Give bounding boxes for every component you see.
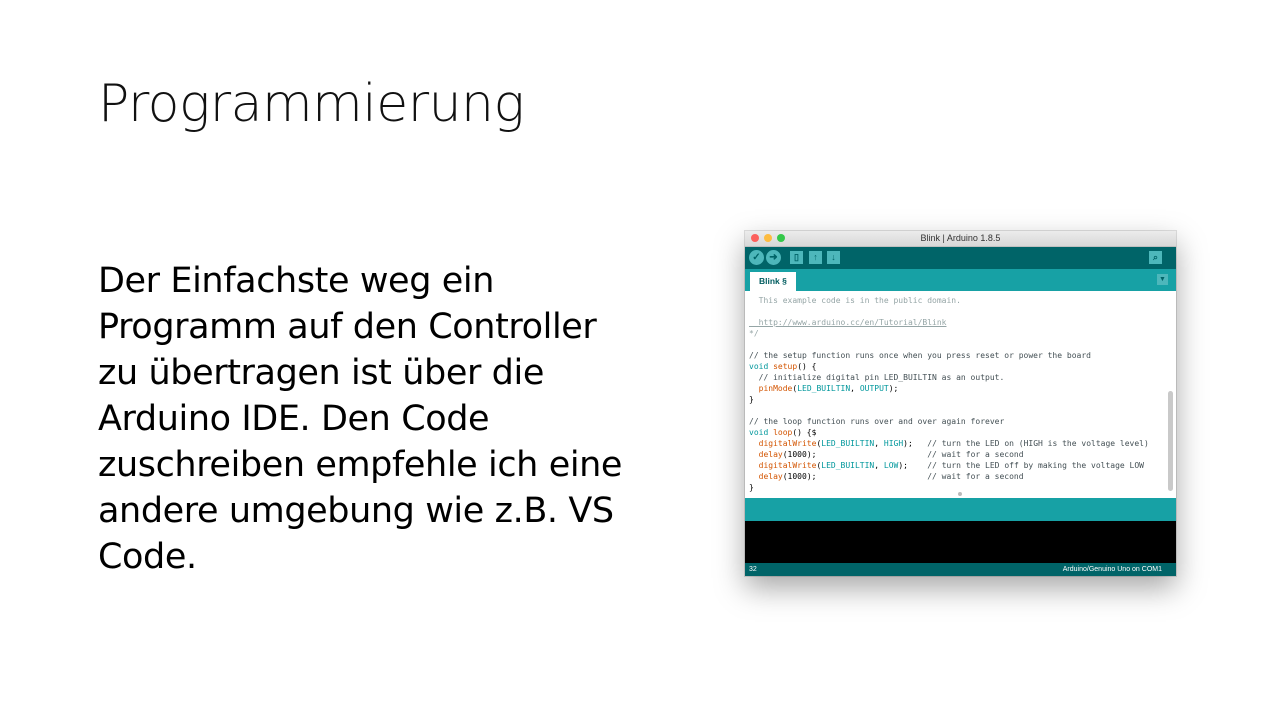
ide-footer: 32 Arduino/Genuino Uno on COM1 [745, 563, 1176, 576]
pane-resize-handle[interactable] [958, 492, 962, 496]
board-port-label: Arduino/Genuino Uno on COM1 [1062, 566, 1162, 573]
arrow-right-icon: ➜ [769, 252, 778, 263]
editor-scrollbar[interactable] [1168, 391, 1173, 491]
arrow-up-icon: ↑ [813, 252, 818, 262]
line-number: 32 [749, 566, 757, 573]
ide-toolbar: ✓ ➜ ▯ ↑ ↓ ⌕ [745, 247, 1176, 269]
code-text: This example code is in the public domai… [749, 296, 1149, 492]
checkmark-icon: ✓ [752, 252, 761, 263]
magnifier-icon: ⌕ [1152, 252, 1159, 262]
message-bar [745, 498, 1176, 521]
tab-bar: Blink § ▼ [745, 269, 1176, 291]
verify-button[interactable]: ✓ [749, 250, 764, 265]
slide-title: Programmierung [98, 74, 525, 134]
arrow-down-icon: ↓ [831, 252, 836, 262]
upload-button[interactable]: ➜ [766, 250, 781, 265]
new-file-icon: ▯ [794, 252, 799, 262]
arduino-ide-window: Blink | Arduino 1.8.5 ✓ ➜ ▯ ↑ ↓ ⌕ Blink … [745, 231, 1176, 576]
open-sketch-button[interactable]: ↑ [809, 251, 822, 264]
new-sketch-button[interactable]: ▯ [790, 251, 803, 264]
save-sketch-button[interactable]: ↓ [827, 251, 840, 264]
chevron-down-icon: ▼ [1159, 276, 1166, 283]
code-editor[interactable]: This example code is in the public domai… [745, 291, 1176, 498]
tab-blink[interactable]: Blink § [750, 272, 796, 291]
serial-monitor-button[interactable]: ⌕ [1149, 251, 1162, 264]
output-console [745, 521, 1176, 563]
tab-menu-button[interactable]: ▼ [1157, 274, 1168, 285]
window-title: Blink | Arduino 1.8.5 [920, 233, 1001, 243]
window-titlebar[interactable]: Blink | Arduino 1.8.5 [745, 231, 1176, 247]
slide-body-text: Der Einfachste weg ein Programm auf den … [98, 261, 623, 577]
